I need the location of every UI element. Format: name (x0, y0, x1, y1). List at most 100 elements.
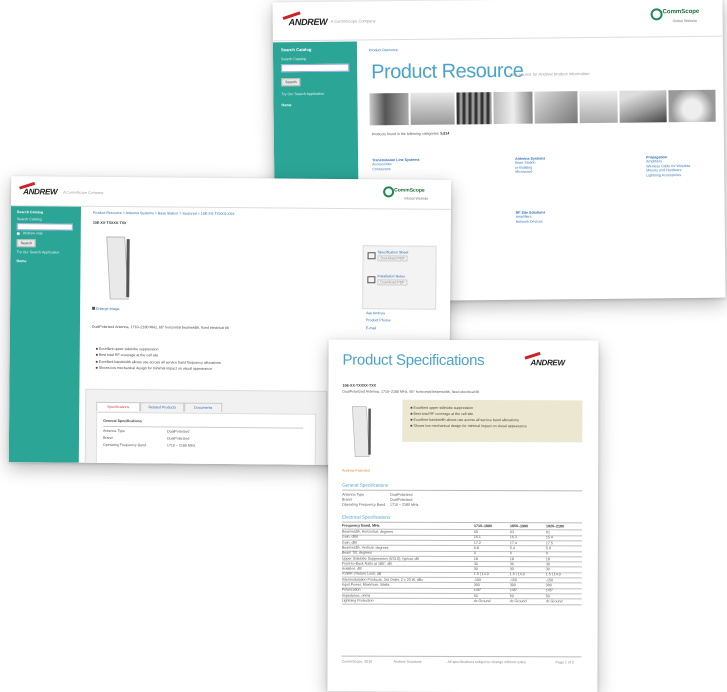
category-column: Transmission Line Systems Accessories Co… (372, 158, 419, 172)
brand-tagline: A CommScope Company (330, 18, 376, 24)
highlight-text: Shows low mechanical design for minimal … (413, 423, 527, 429)
products-found-label: Products found in the following categori… (371, 131, 440, 137)
advanced-search-link[interactable]: Try Our Search Application (17, 250, 60, 255)
advanced-search-link[interactable]: Try Our Search Application (281, 92, 324, 97)
antenna-panel (352, 406, 370, 458)
download-pdf-button[interactable]: Download PDF (377, 279, 408, 286)
feature-bullet: ■ Excellent upper sidelobe suppression (95, 346, 159, 352)
installation-notes-link[interactable]: Installation Notes (377, 274, 405, 279)
category-item[interactable]: Connectors (372, 167, 419, 172)
highlight-item: ■ Shows low mechanical design for minima… (410, 423, 527, 429)
search-button[interactable]: Search (281, 78, 301, 87)
general-spec-heading: General Specifications (342, 482, 389, 488)
spec-sheet-link[interactable]: Specification Sheet (378, 250, 409, 255)
category-item[interactable]: Microwave (515, 170, 545, 175)
spec-label: Operating Frequency Band (102, 442, 147, 448)
highlight-item: ■ Excellent bandwidth allows use across … (410, 417, 519, 423)
spec-table: General Specifications Antenna Type Dual… (95, 411, 317, 466)
sheet-title: Product Specifications (342, 351, 485, 370)
email-link[interactable]: E-mail (366, 326, 391, 331)
photo-tile (534, 91, 579, 124)
category-column: Propagation Amplifiers Wireless Cable fo… (646, 155, 690, 177)
antenna-panel (106, 236, 129, 300)
global-website-link[interactable]: Global Website (673, 19, 697, 24)
search-catalog-title: Search Catalog (16, 210, 44, 215)
highlight-text: Best total RF coverage at the cell site (413, 411, 474, 417)
antenna-image[interactable] (102, 235, 137, 301)
footer-disclaimer: All specifications subject to change wit… (447, 659, 527, 665)
global-website-link[interactable]: Global Website (404, 197, 428, 202)
search-hint: Search Catalog (281, 57, 306, 62)
product-description: DualPolarized Antenna, 1710–2180 MHz, 65… (342, 389, 480, 395)
spec-value: DualPolarized (390, 497, 413, 502)
antenna-bracket (126, 239, 130, 298)
spec-value: 1710 – 2180 MHz (166, 443, 196, 448)
footer-company: Andrew Solutions (393, 659, 422, 664)
antenna-bracket (368, 408, 371, 455)
sidebar: Search Catalog Search Catalog Andrew onl… (8, 206, 81, 463)
download-pdf-button[interactable]: Download PDF (377, 255, 408, 262)
spec-tabs-panel: Specifications Related Products Document… (84, 388, 328, 466)
photo-tile (493, 91, 533, 125)
page-title: Product Resource (371, 59, 524, 84)
category-column: RF Site Solutions Amplifiers Network Dev… (516, 211, 546, 225)
table-title: General Specifications (103, 418, 142, 424)
breadcrumb[interactable]: Product Resource (369, 48, 398, 53)
breadcrumb[interactable]: Product Resource > Antenna Systems > Bas… (93, 211, 235, 217)
product-description: DualPolarized Antenna, 1710–2180 MHz, 65… (91, 324, 229, 330)
patented-note: Andrew Patented (342, 468, 370, 473)
search-button[interactable]: Search (16, 239, 37, 248)
pdf-icon (367, 276, 376, 284)
spec-value: DualPolarized (166, 436, 190, 441)
spec-label: Antenna Type (342, 492, 365, 497)
radio-button[interactable] (16, 232, 20, 236)
search-input[interactable] (16, 223, 73, 231)
footer-copyright: CommScope, 2010 (341, 659, 373, 664)
photo-tile (579, 90, 618, 124)
tab-specifications[interactable]: Specifications (96, 401, 141, 412)
andrew-logo: ANDREW (530, 358, 565, 368)
ask-andrew-link[interactable]: Ask Andrew (366, 311, 391, 316)
feature-text: Excellent bandwidth allows use across al… (98, 359, 221, 365)
commscope-logo[interactable]: CommScope (394, 187, 425, 193)
spec-label: Operating Frequency Band (342, 502, 386, 507)
tab-bar: Specifications Related Products Document… (96, 401, 223, 413)
enlarge-image-link[interactable]: Enlarge Image (92, 306, 120, 312)
photo-tile (369, 92, 410, 126)
electrical-spec-heading: Electrical Specifications (341, 514, 391, 520)
feature-bullet: ■ Shows low mechanical design for minima… (95, 366, 213, 372)
highlight-item: ■ Excellent upper sidelobe suppression (410, 405, 474, 411)
spec-label: Brand (342, 497, 352, 502)
section-rule (342, 489, 583, 492)
spec-value: 1710 – 2180 MHz (390, 502, 419, 507)
spec-value: DualPolarized (167, 429, 190, 434)
home-link[interactable]: Home (16, 259, 26, 263)
products-found-count: 5,814 (440, 131, 450, 136)
magnify-icon (92, 306, 96, 310)
category-item[interactable]: Network Devices (516, 219, 546, 224)
pdf-icon (367, 252, 376, 260)
commscope-icon (383, 186, 395, 198)
tab-related-products[interactable]: Related Products (140, 402, 185, 413)
category-column: Antenna Systems Base Station In-Building… (515, 157, 545, 175)
product-photo-banner (369, 89, 716, 126)
search-input[interactable] (281, 63, 350, 73)
tab-documents[interactable]: Documents (184, 402, 223, 413)
product-photos-link[interactable]: Product Photos (366, 319, 391, 324)
andrew-logo[interactable]: ANDREW (23, 187, 57, 196)
feature-bullet: ■ Excellent bandwidth allows use across … (95, 359, 221, 365)
radio-label: Andrew only (22, 231, 43, 236)
photo-tile (455, 92, 492, 125)
commscope-logo[interactable]: CommScope (663, 9, 700, 15)
product-id: 10E-XX-TXXXX-TXX (92, 220, 127, 226)
product-id: 10E-XX-TXXXX-TXX (342, 383, 377, 388)
electrical-spec-table: Frequency Band, MHz 1710–1880 1850–1990 192… (341, 524, 582, 605)
enlarge-image-label: Enlarge Image (96, 306, 120, 312)
highlight-text: Excellent upper sidelobe suppression (413, 405, 474, 411)
antenna-image (352, 406, 371, 458)
category-item[interactable]: Lightning Accessories (646, 173, 690, 178)
photo-tile (410, 92, 455, 125)
andrew-logo[interactable]: ANDREW (289, 17, 328, 27)
page-subtitle: Your source for Andrew product informati… (509, 71, 590, 77)
home-link[interactable]: Home (281, 103, 291, 108)
